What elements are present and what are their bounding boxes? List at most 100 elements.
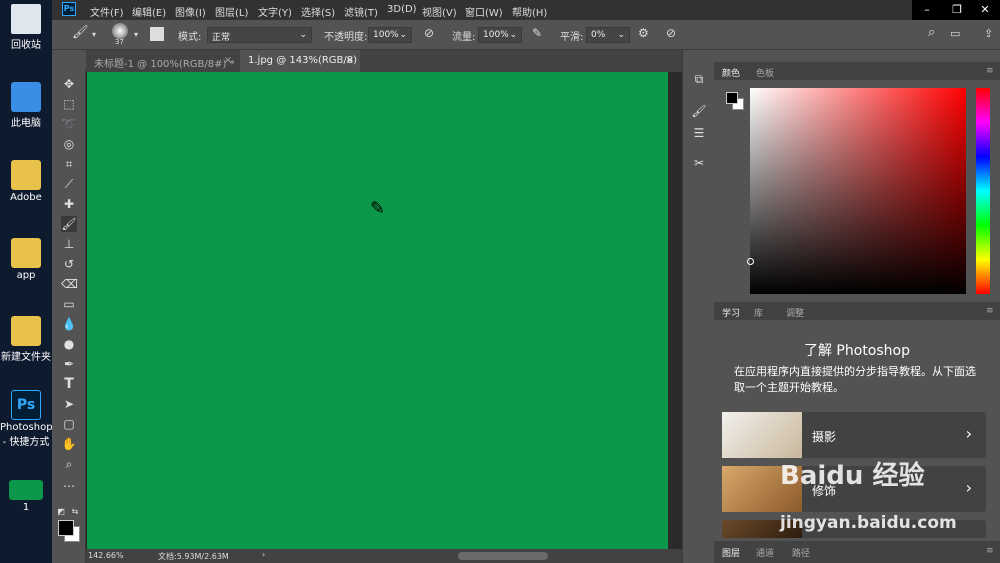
share-icon[interactable]: ⇪ bbox=[984, 27, 993, 40]
stamp-tool-icon[interactable]: ⊥ bbox=[61, 236, 77, 252]
menu-type[interactable]: 文字(Y) bbox=[258, 4, 292, 19]
tab-learn[interactable]: 学习 bbox=[722, 306, 740, 319]
hue-slider[interactable] bbox=[976, 88, 990, 294]
document-canvas[interactable] bbox=[87, 72, 668, 549]
horizontal-scroll-thumb[interactable] bbox=[458, 552, 548, 560]
panel-menu-icon[interactable]: ≡ bbox=[986, 306, 994, 316]
tools-preset-icon[interactable]: ✂ bbox=[691, 156, 707, 172]
card-label: 摄影 bbox=[812, 430, 837, 444]
menu-help[interactable]: 帮助(H) bbox=[512, 4, 547, 19]
image-thumbnail-icon bbox=[9, 480, 43, 500]
airbrush-icon[interactable]: ✎ bbox=[532, 26, 542, 40]
tab-channels[interactable]: 通道 bbox=[756, 546, 774, 559]
learn-title: 了解 Photoshop bbox=[803, 343, 910, 359]
doc-size: 文档:5.93M/2.63M bbox=[158, 552, 229, 561]
close-icon[interactable]: × bbox=[346, 55, 354, 66]
gradient-tool-icon[interactable]: ▭ bbox=[61, 296, 77, 312]
panel-menu-icon[interactable]: ≡ bbox=[986, 66, 994, 76]
brush-settings-icon[interactable]: 🖌 bbox=[691, 104, 707, 120]
menu-filter[interactable]: 滤镜(T) bbox=[344, 4, 378, 19]
rectangle-tool-icon[interactable]: ▢ bbox=[61, 416, 77, 432]
history-brush-tool-icon[interactable]: ↺ bbox=[61, 256, 77, 272]
learn-card-photography[interactable]: 摄影 › bbox=[722, 412, 986, 458]
marquee-tool-icon[interactable]: ⬚ bbox=[61, 96, 77, 112]
tab-libraries[interactable]: 库 bbox=[754, 306, 763, 319]
menu-select[interactable]: 选择(S) bbox=[301, 4, 335, 19]
chevron-right-icon[interactable]: › bbox=[262, 550, 265, 559]
color-picker-handle[interactable] bbox=[747, 258, 754, 265]
chevron-down-icon[interactable]: ▾ bbox=[92, 30, 96, 39]
path-select-tool-icon[interactable]: ➤ bbox=[61, 396, 77, 412]
chevron-down-icon: ⌄ bbox=[509, 30, 517, 40]
default-colors-icon[interactable]: ◩ bbox=[56, 504, 66, 516]
brush-tool-icon[interactable]: 🖌 bbox=[61, 216, 77, 232]
gear-icon[interactable]: ⚙ bbox=[638, 26, 649, 40]
maximize-icon[interactable]: ❐ bbox=[942, 0, 972, 20]
eyedropper-tool-icon[interactable]: ⟋ bbox=[61, 176, 77, 192]
close-icon[interactable]: × bbox=[224, 55, 232, 66]
zoom-tool-icon[interactable]: ⌕ bbox=[61, 456, 77, 472]
adjust-sliders-icon[interactable]: ☰ bbox=[691, 126, 707, 142]
blur-tool-icon[interactable]: 💧 bbox=[61, 316, 77, 332]
menu-edit[interactable]: 编辑(E) bbox=[132, 4, 166, 19]
swap-colors-icon[interactable]: ⇆ bbox=[70, 504, 80, 516]
tools-panel: ✥ ⬚ ➰ ◎ ⌗ ⟋ ✚ 🖌 ⊥ ↺ ⌫ ▭ 💧 ● ✒ T ➤ ▢ ✋ ⌕ … bbox=[52, 70, 86, 563]
close-icon[interactable]: ✕ bbox=[970, 0, 1000, 20]
tab-paths[interactable]: 路径 bbox=[792, 546, 810, 559]
color-picker-field[interactable] bbox=[747, 88, 966, 294]
desktop-icon-adobe[interactable]: Adobe bbox=[0, 160, 52, 203]
desktop-icon-app[interactable]: app bbox=[0, 238, 52, 281]
tab-1-jpg[interactable]: 1.jpg @ 143%(RGB/8) × bbox=[240, 50, 360, 72]
crop-tool-icon[interactable]: ⌗ bbox=[61, 156, 77, 172]
history-panel-icon[interactable]: ⧉ bbox=[691, 72, 707, 88]
brush-tool-icon[interactable]: 🖌 bbox=[72, 25, 89, 40]
type-tool-icon[interactable]: T bbox=[61, 376, 77, 392]
desktop-icon-new-folder[interactable]: 新建文件夹 bbox=[0, 316, 52, 363]
quick-select-tool-icon[interactable]: ◎ bbox=[61, 136, 77, 152]
menu-image[interactable]: 图像(I) bbox=[175, 4, 206, 19]
desktop-icon-recycle-bin[interactable]: 回收站 bbox=[0, 4, 52, 51]
panel-menu-icon[interactable]: ≡ bbox=[986, 546, 994, 556]
menu-view[interactable]: 视图(V) bbox=[422, 4, 457, 19]
healing-brush-tool-icon[interactable]: ✚ bbox=[61, 196, 77, 212]
opacity-field[interactable]: 100% ⌄ bbox=[368, 27, 412, 43]
minimize-icon[interactable]: – bbox=[912, 0, 942, 20]
menu-file[interactable]: 文件(F) bbox=[90, 4, 124, 19]
brush-preset-icon[interactable] bbox=[112, 23, 128, 39]
tab-adjustments[interactable]: 调整 bbox=[786, 306, 804, 319]
desktop-icon-label: app bbox=[16, 270, 36, 281]
smoothing-field[interactable]: 0% ⌄ bbox=[586, 27, 630, 43]
workspace-icon[interactable]: ▭ bbox=[950, 27, 960, 40]
learn-description: 在应用程序内直接提供的分步指导教程。从下面选取一个主题开始教程。 bbox=[734, 365, 976, 394]
lasso-tool-icon[interactable]: ➰ bbox=[61, 116, 77, 132]
flow-field[interactable]: 100% ⌄ bbox=[478, 27, 522, 43]
chevron-right-icon: › bbox=[965, 424, 972, 443]
mode-select[interactable]: 正常 ⌄ bbox=[207, 27, 312, 43]
pressure-opacity-icon[interactable]: ⊘ bbox=[424, 26, 434, 40]
dodge-tool-icon[interactable]: ● bbox=[61, 336, 77, 352]
foreground-color-swatch[interactable] bbox=[58, 520, 74, 536]
tab-layers[interactable]: 图层 bbox=[722, 546, 740, 559]
zoom-level[interactable]: 142.66% bbox=[88, 551, 124, 560]
desktop-icon-this-pc[interactable]: 此电脑 bbox=[0, 82, 52, 129]
tab-swatches[interactable]: 色板 bbox=[756, 66, 774, 79]
menu-3d[interactable]: 3D(D) bbox=[387, 4, 417, 15]
foreground-color-swatch[interactable] bbox=[726, 92, 738, 104]
pen-tool-icon[interactable]: ✒ bbox=[61, 356, 77, 372]
chevron-down-icon[interactable]: ▾ bbox=[134, 30, 138, 39]
search-icon[interactable]: ⌕ bbox=[928, 25, 935, 40]
brush-panel-toggle-icon[interactable] bbox=[150, 27, 164, 41]
desktop-icon-photoshop[interactable]: Ps Photoshop - 快捷方式 bbox=[0, 390, 53, 448]
tab-untitled[interactable]: 未标题-1 @ 100%(RGB/8#) * × bbox=[86, 50, 238, 72]
menu-window[interactable]: 窗口(W) bbox=[465, 4, 503, 19]
desktop-icon-1[interactable]: 1 bbox=[0, 480, 52, 513]
eraser-tool-icon[interactable]: ⌫ bbox=[61, 276, 78, 292]
hand-tool-icon[interactable]: ✋ bbox=[61, 436, 77, 452]
desktop-icon-label: 回收站 bbox=[11, 40, 41, 51]
tab-color[interactable]: 颜色 bbox=[722, 66, 740, 79]
desktop-icon-label: 新建文件夹 bbox=[1, 352, 51, 363]
menu-layer[interactable]: 图层(L) bbox=[215, 4, 248, 19]
pressure-size-icon[interactable]: ⊘ bbox=[666, 26, 676, 40]
move-tool-icon[interactable]: ✥ bbox=[61, 76, 77, 92]
more-tools-icon[interactable]: ⋯ bbox=[61, 478, 77, 494]
